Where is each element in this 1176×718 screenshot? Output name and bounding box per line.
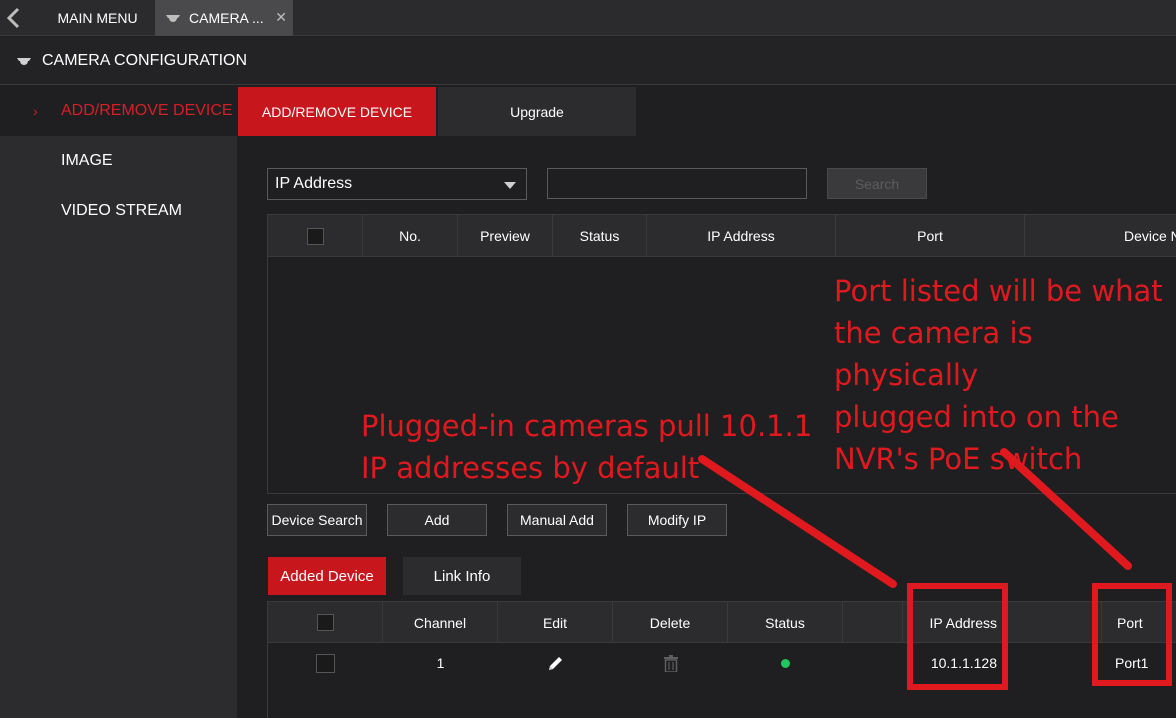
tab-label: Added Device [280, 567, 374, 585]
column-header-blank [843, 602, 903, 643]
annotation-note-port: Port listed will be what the camera is p… [834, 270, 1176, 480]
cell-delete [613, 644, 728, 682]
cell-edit [498, 644, 613, 682]
page-title: CAMERA CONFIGURATION [42, 51, 248, 69]
tab-camera[interactable]: CAMERA ... ✕ [155, 0, 293, 36]
pencil-icon[interactable] [547, 654, 565, 672]
annotation-line: IP addresses by default [361, 451, 700, 485]
search-button[interactable]: Search [827, 168, 927, 199]
page-header: CAMERA CONFIGURATION [0, 37, 1176, 85]
sidebar-item-label: IMAGE [61, 152, 113, 169]
tab-upgrade[interactable]: Upgrade [438, 87, 636, 136]
column-header-preview[interactable]: Preview [458, 215, 553, 257]
column-header-status[interactable]: Status [728, 602, 843, 643]
annotation-line: NVR's PoE switch [834, 442, 1083, 476]
button-label: Manual Add [520, 512, 594, 528]
column-header-ip-address[interactable]: IP Address [647, 215, 836, 257]
add-button[interactable]: Add [387, 504, 487, 536]
tab-label: Link Info [433, 567, 491, 585]
annotation-line: Port listed will be what [834, 274, 1163, 308]
button-label: Add [424, 512, 450, 528]
button-label: Device Search [271, 512, 363, 528]
manual-add-button[interactable]: Manual Add [507, 504, 607, 536]
camera-dome-icon [17, 57, 31, 65]
column-header-status[interactable]: Status [553, 215, 647, 257]
select-all-checkbox[interactable] [306, 227, 324, 245]
filter-select-value: IP Address [275, 175, 353, 192]
status-online-dot [781, 658, 790, 668]
row-checkbox-cell [268, 644, 383, 682]
device-search-button[interactable]: Device Search [267, 504, 367, 536]
trash-icon[interactable] [663, 654, 678, 672]
column-header-channel[interactable]: Channel [383, 602, 498, 643]
annotation-note-ip: Plugged-in cameras pull 10.1.1 IP addres… [361, 405, 812, 489]
sidebar-item-add-remove-device[interactable]: › ADD/REMOVE DEVICE [0, 86, 237, 136]
cell-status [728, 644, 843, 682]
tab-main-menu-label: MAIN MENU [57, 10, 138, 26]
chevron-down-icon [504, 182, 516, 189]
camera-dome-icon [166, 15, 180, 22]
row-checkbox[interactable] [316, 653, 335, 673]
tab-label: Upgrade [510, 103, 564, 120]
search-button-label: Search [854, 175, 900, 192]
sidebar-item-label: VIDEO STREAM [61, 202, 182, 219]
sidebar-item-image[interactable]: IMAGE [0, 136, 237, 186]
button-label: Modify IP [647, 512, 707, 528]
tab-add-remove-device[interactable]: ADD/REMOVE DEVICE [238, 87, 436, 136]
column-header-no[interactable]: No. [363, 215, 458, 257]
tab-camera-label: CAMERA ... [189, 10, 264, 26]
modify-ip-button[interactable]: Modify IP [627, 504, 727, 536]
close-icon[interactable]: ✕ [275, 9, 287, 26]
column-header-device-name[interactable]: Device N [1025, 215, 1176, 257]
tab-main-menu[interactable]: MAIN MENU [40, 0, 155, 36]
column-header-port[interactable]: Port [836, 215, 1025, 257]
table-header: Channel Edit Delete Status IP Address Po… [268, 602, 1176, 643]
tab-label: ADD/REMOVE DEVICE [261, 103, 413, 120]
annotation-line: the camera is physically [834, 316, 1033, 392]
table-row[interactable]: 1 10.1.1.128 Port1 [268, 644, 1176, 682]
tab-link-info[interactable]: Link Info [403, 557, 521, 595]
cell-channel: 1 [436, 655, 445, 671]
annotation-line: Plugged-in cameras pull 10.1.1 [361, 409, 813, 443]
added-device-table: Channel Edit Delete Status IP Address Po… [267, 601, 1176, 718]
search-input[interactable] [547, 168, 807, 199]
column-header-delete: Delete [613, 602, 728, 643]
table-header: No. Preview Status IP Address Port Devic… [268, 215, 1176, 257]
back-arrow-icon[interactable] [4, 6, 24, 30]
top-tab-bar: MAIN MENU CAMERA ... ✕ [0, 0, 1176, 36]
column-header-blank [1013, 602, 1102, 643]
annotation-line: plugged into on the [834, 400, 1119, 434]
select-all-cell [268, 602, 383, 643]
sidebar-item-video-stream[interactable]: VIDEO STREAM [0, 186, 237, 236]
select-all-cell [268, 215, 363, 257]
sidebar: › ADD/REMOVE DEVICE IMAGE VIDEO STREAM [0, 86, 237, 718]
chevron-right-icon: › [33, 103, 38, 119]
annotation-box-port [1092, 583, 1172, 686]
sidebar-item-label: ADD/REMOVE DEVICE [61, 102, 233, 119]
select-all-checkbox[interactable] [316, 614, 334, 631]
filter-select[interactable]: IP Address [267, 168, 527, 200]
column-header-edit: Edit [498, 602, 613, 643]
annotation-box-ip [907, 583, 1008, 690]
tab-added-device[interactable]: Added Device [268, 557, 386, 595]
